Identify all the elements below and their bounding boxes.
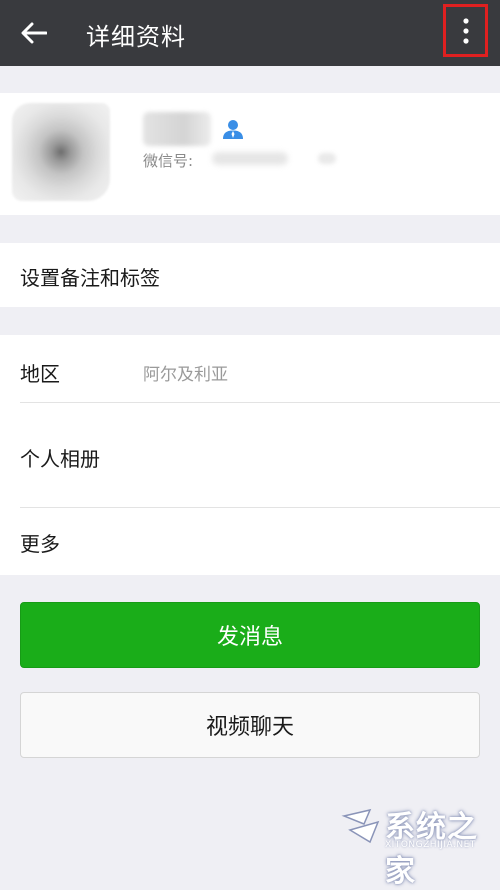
region-row: 地区 阿尔及利亚	[0, 335, 500, 402]
watermark-logo-icon	[341, 808, 380, 844]
personal-album-label: 个人相册	[20, 447, 100, 471]
user-contact-icon	[223, 120, 243, 139]
wechat-id-redacted-tail	[318, 153, 336, 164]
wechat-id-redacted	[212, 152, 288, 165]
region-label: 地区	[20, 362, 60, 386]
avatar[interactable]	[12, 103, 110, 201]
page-title: 详细资料	[86, 23, 186, 51]
nickname-redacted	[143, 112, 211, 146]
more-vertical-icon	[462, 17, 469, 44]
more-options-button[interactable]	[443, 4, 488, 57]
info-section: 地区 阿尔及利亚 个人相册 更多	[0, 335, 500, 575]
top-bar: 详细资料	[0, 0, 500, 66]
send-message-button[interactable]: 发消息	[20, 602, 480, 668]
back-arrow-icon	[21, 22, 47, 44]
video-chat-button[interactable]: 视频聊天	[20, 692, 480, 758]
back-button[interactable]	[14, 13, 54, 53]
wechat-id-label: 微信号:	[143, 152, 194, 170]
watermark: 系统之家 XITONGZHIJIA.NET	[340, 800, 498, 889]
region-value: 阿尔及利亚	[143, 365, 228, 385]
more-row[interactable]: 更多	[0, 508, 500, 575]
more-label: 更多	[20, 532, 60, 556]
set-remark-row[interactable]: 设置备注和标签	[0, 243, 500, 307]
set-remark-label: 设置备注和标签	[20, 266, 160, 290]
watermark-sub: XITONGZHIJIA.NET	[385, 840, 476, 850]
personal-album-row[interactable]: 个人相册	[0, 403, 500, 507]
